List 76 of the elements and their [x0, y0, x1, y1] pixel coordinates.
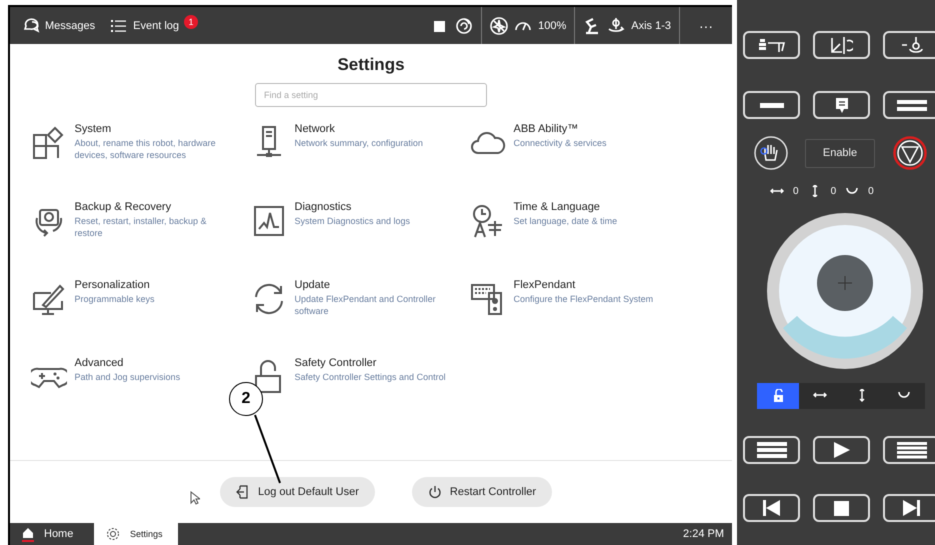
jog-wheel[interactable] — [765, 211, 925, 371]
emergency-stop-icon[interactable] — [893, 136, 927, 170]
setting-title[interactable]: Update — [294, 279, 452, 291]
setting-title[interactable]: System — [74, 123, 232, 135]
step-back-icon — [763, 500, 780, 516]
axis-value: 0 — [830, 186, 836, 196]
setting-title[interactable]: Time & Language — [514, 201, 672, 213]
panel-button[interactable] — [743, 31, 800, 59]
axis-value: 0 — [793, 186, 799, 196]
setting-description: Connectivity & services — [514, 137, 608, 149]
setting-title[interactable]: FlexPendant — [514, 279, 672, 291]
callout-number: 2 — [229, 382, 263, 416]
tool-icon — [758, 38, 784, 52]
axis-value: 0 — [868, 186, 874, 196]
four-bars-icon — [896, 442, 926, 458]
setting-description: Safety Controller Settings and Control — [294, 371, 447, 383]
logout-icon — [236, 485, 250, 499]
setting-description: Reset, restart, installer, backup & restore — [74, 215, 208, 239]
stop-icon — [834, 500, 849, 516]
hand-icon[interactable] — [754, 136, 788, 170]
power-icon — [428, 485, 442, 499]
panel-button[interactable] — [813, 91, 870, 119]
panel-button[interactable] — [743, 494, 800, 522]
axis-label: Axis 1-3 — [631, 20, 671, 32]
speed-value: 100% — [538, 20, 566, 32]
search-field[interactable]: Find a setting — [255, 83, 487, 107]
page-title: Settings — [337, 55, 405, 75]
setting-description: Set language, date & time — [514, 215, 618, 227]
settings-tab[interactable]: Settings — [94, 523, 178, 545]
setting-description: Configure the FlexPendant System — [514, 293, 654, 305]
frame-rotate-icon — [830, 36, 852, 54]
messages-button[interactable]: Messages — [19, 16, 98, 34]
spiral-icon[interactable] — [455, 16, 474, 34]
jog-mode-tab[interactable] — [757, 383, 799, 409]
setting-description: About, rename this robot, hardware devices, software resources — [74, 137, 217, 161]
panel-button[interactable] — [883, 436, 935, 464]
speed-limit-icon[interactable] — [490, 16, 508, 34]
panel-button[interactable] — [743, 91, 800, 119]
chat-bubbles-icon — [22, 16, 40, 34]
setting-title[interactable]: Safety Controller — [294, 357, 452, 369]
count-badge: 1 — [184, 14, 198, 28]
setting-title[interactable]: Personalization — [74, 279, 232, 291]
axis-icon[interactable] — [607, 16, 626, 34]
play-icon — [834, 442, 850, 458]
setting-description: Programmable keys — [74, 293, 156, 305]
enable-button[interactable]: Enable — [805, 138, 875, 168]
home-icon — [21, 526, 35, 542]
panel-button[interactable] — [743, 436, 800, 464]
panel-button[interactable] — [883, 494, 935, 522]
setting-title[interactable]: Network — [294, 123, 452, 135]
minus-icon — [760, 102, 784, 108]
equals-icon — [896, 100, 926, 110]
panel-button[interactable] — [883, 91, 935, 119]
setting-title[interactable]: Diagnostics — [294, 201, 452, 213]
panel-button[interactable] — [813, 31, 870, 59]
step-forward-icon — [903, 500, 920, 516]
panel-button[interactable] — [883, 31, 935, 59]
logout-button[interactable]: Log out Default User — [220, 477, 375, 507]
setting-description: Update FlexPendant and Controller software — [294, 293, 437, 317]
note-icon — [836, 98, 848, 112]
setting-title[interactable]: Backup & Recovery — [74, 201, 232, 213]
event-log-button[interactable]: Event log 1 — [107, 16, 202, 34]
setting-description: Path and Jog supervisions — [74, 371, 182, 383]
restart-button[interactable]: Restart Controller — [412, 477, 552, 507]
gear-icon — [105, 526, 121, 542]
leader-line — [253, 414, 283, 484]
panel-button[interactable] — [813, 436, 870, 464]
setting-title[interactable]: ABB Ability™ — [514, 123, 672, 135]
setting-description: Network summary, configuration — [294, 137, 424, 149]
three-bars-icon — [756, 442, 786, 458]
setting-description: System Diagnostics and logs — [294, 215, 412, 227]
clock-time: 2:24 PM — [683, 528, 725, 540]
setting-title[interactable]: Advanced — [74, 357, 232, 369]
panel-button[interactable] — [813, 494, 870, 522]
more-button[interactable]: ··· — [680, 16, 732, 34]
cursor-icon — [190, 491, 200, 505]
